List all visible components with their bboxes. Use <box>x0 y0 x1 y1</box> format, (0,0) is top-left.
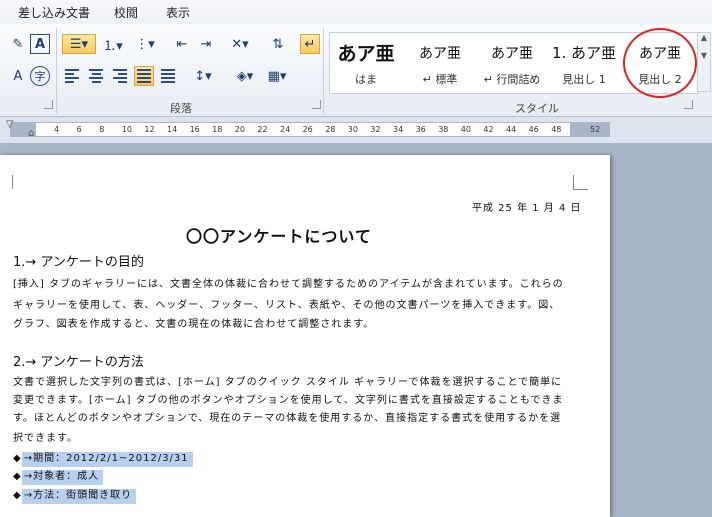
line-spacing-icon[interactable]: ↕▾ <box>190 66 216 86</box>
ruler-number: 36 <box>415 125 426 134</box>
show-formatting-icon[interactable]: ↵ <box>300 34 320 54</box>
sort-icon[interactable]: ⇅ <box>268 34 288 54</box>
ruler-number: 30 <box>347 125 358 134</box>
align-right-icon[interactable] <box>110 66 130 86</box>
decrease-indent-icon[interactable]: ⇤ <box>172 34 192 54</box>
document-date: 平成 25 年 1 月 4 日 <box>472 203 582 214</box>
style-item-no-spacing[interactable]: あア亜 ↵ 行間詰め <box>476 33 548 93</box>
paragraph-group-label: 段落 <box>170 102 192 115</box>
ruler-number: 8 <box>99 125 105 134</box>
gallery-scroll-buttons[interactable]: ▲ ▼ <box>697 32 711 92</box>
indent-marker-icon[interactable]: ▽ <box>6 119 14 130</box>
bullet-text: →対象者：成人 <box>21 470 104 485</box>
shading-icon[interactable]: ◈▾ <box>232 66 258 86</box>
ruler-number: 32 <box>370 125 381 134</box>
multilevel-list-icon[interactable]: ⋮▾ <box>132 34 158 54</box>
margin-corner <box>573 175 588 190</box>
paragraph-dialog-launcher-icon[interactable] <box>312 100 321 109</box>
margin-corner <box>0 175 13 189</box>
annotation-circle <box>623 28 697 98</box>
justify-icon[interactable] <box>134 66 154 86</box>
ruler-number: 22 <box>257 125 268 134</box>
borders-icon[interactable]: ▦▾ <box>262 66 292 86</box>
ribbon: ✎ A A 字 ☰▾ ⒈▾ ⋮▾ ⇤ ⇥ ✕▾ ⇅ ↵ ↕▾ ◈▾ ▦▾ 段落 … <box>0 24 712 117</box>
bullet-text: →方法：街頭聞き取り <box>21 489 137 504</box>
section1-heading: 1.→ アンケートの目的 <box>13 255 144 270</box>
hanging-indent-marker-icon[interactable]: ⌂ <box>28 128 34 139</box>
ruler-number: 40 <box>460 125 471 134</box>
ruler-number: 26 <box>302 125 313 134</box>
align-center-icon[interactable] <box>86 66 106 86</box>
list-item: ◆ →期間：2012/2/1~2012/3/31 <box>13 449 193 467</box>
font-dialog-launcher-icon[interactable] <box>44 100 53 109</box>
ruler-number: 52 <box>590 125 601 134</box>
numbering-icon[interactable]: ⒈▾ <box>100 34 126 54</box>
align-left-icon[interactable] <box>62 66 82 86</box>
ruler-number: 28 <box>325 125 336 134</box>
bullet-text: →期間：2012/2/1~2012/3/31 <box>21 452 193 467</box>
tab-review[interactable]: 校閲 <box>114 4 138 21</box>
increase-indent-icon[interactable]: ⇥ <box>196 34 216 54</box>
paragraph-line: す。ほとんどのボタンやオプションで、現在のテーマの体裁を使用するか、直接指定する… <box>13 413 562 424</box>
ruler-number: 44 <box>506 125 517 134</box>
paragraph-line: [挿入] タブのギャラリーには、文書全体の体裁に合わせて調整するためのアイテムが… <box>13 279 564 290</box>
bullets-button[interactable]: ☰▾ <box>62 34 96 54</box>
group-separator <box>56 28 57 114</box>
ruler-number: 14 <box>167 125 178 134</box>
styles-group-label: スタイル <box>515 102 559 115</box>
document-page[interactable]: 平成 25 年 1 月 4 日 〇〇アンケートについて 1.→ アンケートの目的… <box>0 155 610 517</box>
ribbon-tab-bar: 差し込み文書 校閲 表示 <box>0 0 712 24</box>
tab-view[interactable]: 表示 <box>166 4 190 21</box>
document-title: 〇〇アンケートについて <box>186 227 372 246</box>
asian-layout-icon[interactable]: ✕▾ <box>226 34 254 54</box>
ruler-number: 46 <box>528 125 539 134</box>
styles-dialog-launcher-icon[interactable] <box>684 100 693 109</box>
distributed-icon[interactable] <box>158 66 178 86</box>
character-shading-icon[interactable]: A <box>8 66 28 86</box>
ruler-number: 38 <box>438 125 449 134</box>
character-border-icon[interactable]: A <box>30 34 50 54</box>
paragraph-line: 変更できます。[ホーム] タブの他のボタンやオプションを使用して、文字列に書式を… <box>13 395 564 406</box>
paragraph-line: 文書で選択した文字列の書式は、[ホーム] タブのクイック スタイル ギャラリーで… <box>13 377 563 388</box>
ruler-number: 34 <box>393 125 404 134</box>
ruler-number: 42 <box>483 125 494 134</box>
ruler-number: 20 <box>234 125 245 134</box>
style-item-normal[interactable]: あア亜 ↵ 標準 <box>404 33 476 93</box>
style-item-hama[interactable]: あア亜 はま <box>330 33 402 93</box>
ruler-number: 24 <box>280 125 291 134</box>
ruler-number: 12 <box>144 125 155 134</box>
ruler-number: 4 <box>54 125 60 134</box>
ruler-number: 6 <box>76 125 82 134</box>
list-item: ◆ →方法：街頭聞き取り <box>13 486 137 504</box>
ruler-number: 48 <box>551 125 562 134</box>
group-separator <box>323 28 324 114</box>
tab-mailings[interactable]: 差し込み文書 <box>18 4 90 21</box>
paragraph-line: ギャラリーを使用して、表、ヘッダー、フッター、リスト、表紙や、その他の文書パーツ… <box>13 300 561 311</box>
ruler-number: 10 <box>121 125 132 134</box>
paragraph-line: グラフ、図表を作成すると、文書の現在の体裁に合わせて調整されます。 <box>13 319 375 330</box>
text-highlight-icon[interactable]: ✎ <box>8 34 28 54</box>
ruler-number: 16 <box>189 125 200 134</box>
style-item-heading-1[interactable]: 1. あア亜 見出し 1 <box>548 33 620 93</box>
list-item: ◆ →対象者：成人 <box>13 467 104 485</box>
enclosed-character-icon[interactable]: 字 <box>30 66 50 86</box>
section2-heading: 2.→ アンケートの方法 <box>13 355 144 370</box>
ruler-number: 18 <box>212 125 223 134</box>
paragraph-line: 択できます。 <box>13 433 78 444</box>
